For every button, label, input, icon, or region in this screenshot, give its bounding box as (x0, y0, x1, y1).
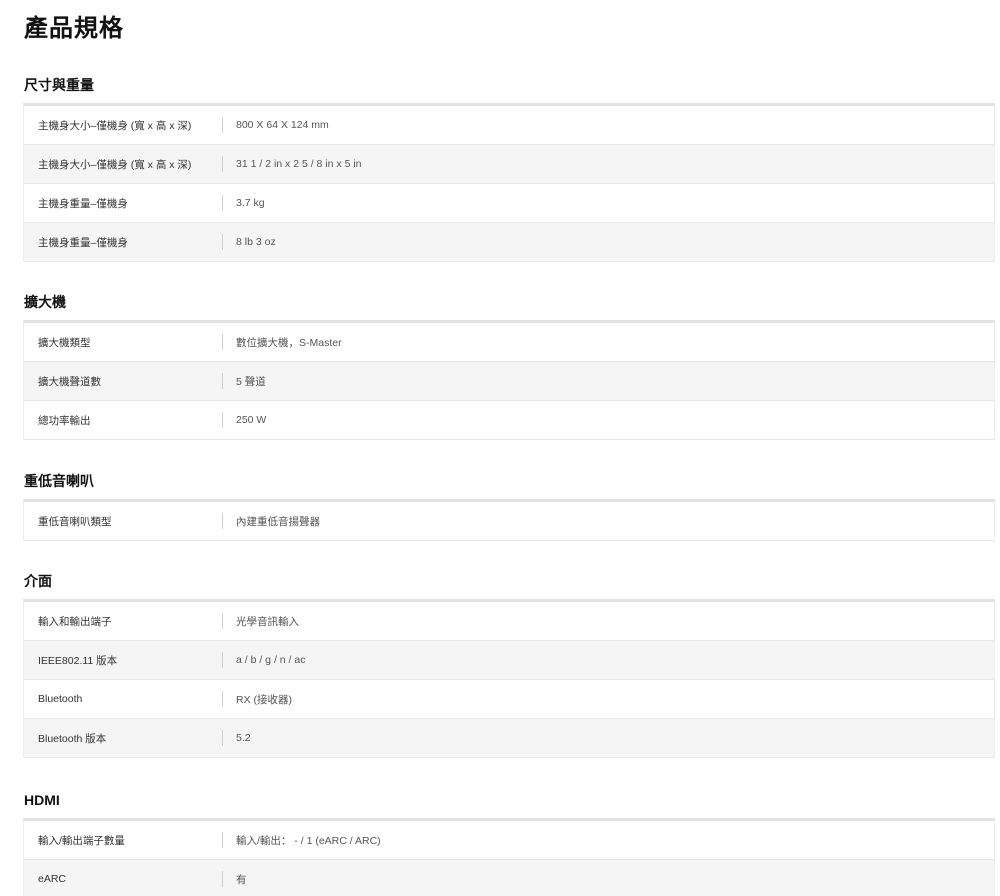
row-divider (222, 156, 223, 172)
spec-row: 輸入和輸出端子 光學音訊輸入 (24, 602, 994, 641)
row-divider (222, 613, 223, 629)
section-dimensions-weight: 尺寸與重量 主機身大小–僅機身 (寬 x 高 x 深) 800 X 64 X 1… (23, 75, 995, 262)
spec-table: 輸入和輸出端子 光學音訊輸入 IEEE802.11 版本 a / b / g /… (23, 599, 995, 758)
spec-value: 數位擴大機，S-Master (236, 336, 342, 349)
row-divider (222, 117, 223, 133)
spec-label: 重低音喇叭類型 (38, 515, 112, 528)
spec-value: RX (接收器) (236, 693, 292, 706)
spec-row: IEEE802.11 版本 a / b / g / n / ac (24, 641, 994, 680)
spec-label: 主機身大小–僅機身 (寬 x 高 x 深) (38, 119, 192, 132)
spec-label: IEEE802.11 版本 (38, 654, 118, 667)
spec-table: 重低音喇叭類型 內建重低音揚聲器 (23, 499, 995, 541)
spec-value: 5 聲道 (236, 375, 266, 388)
spec-value: 3.7 kg (236, 197, 265, 209)
row-divider (222, 871, 223, 887)
spec-label: 總功率輸出 (38, 414, 91, 427)
spec-row: Bluetooth RX (接收器) (24, 680, 994, 719)
row-divider (222, 334, 223, 350)
spec-label: 主機身重量–僅機身 (38, 236, 128, 249)
section-title: HDMI (24, 792, 60, 808)
spec-value: a / b / g / n / ac (236, 654, 306, 666)
spec-row: 重低音喇叭類型 內建重低音揚聲器 (24, 502, 994, 541)
spec-label: 擴大機聲道數 (38, 375, 101, 388)
spec-row: 擴大機類型 數位擴大機，S-Master (24, 323, 994, 362)
spec-label: 輸入/輸出端子數量 (38, 834, 125, 847)
section-title: 擴大機 (24, 294, 66, 310)
spec-label: Bluetooth (38, 693, 83, 705)
spec-row: 主機身大小–僅機身 (寬 x 高 x 深) 800 X 64 X 124 mm (24, 106, 994, 145)
spec-table: 擴大機類型 數位擴大機，S-Master 擴大機聲道數 5 聲道 總功率輸出 2… (23, 320, 995, 440)
spec-label: 輸入和輸出端子 (38, 615, 112, 628)
spec-row: 主機身重量–僅機身 3.7 kg (24, 184, 994, 223)
spec-label: 主機身大小–僅機身 (寬 x 高 x 深) (38, 158, 192, 171)
spec-value: 250 W (236, 414, 267, 426)
spec-value: 8 lb 3 oz (236, 236, 276, 248)
section-amplifier: 擴大機 擴大機類型 數位擴大機，S-Master 擴大機聲道數 5 聲道 總功率… (23, 292, 995, 440)
spec-value: 有 (236, 873, 247, 886)
spec-row: eARC 有 (24, 860, 994, 896)
spec-row: 總功率輸出 250 W (24, 401, 994, 440)
section-title: 尺寸與重量 (24, 77, 94, 93)
spec-value: 5.2 (236, 732, 251, 744)
spec-label: 主機身重量–僅機身 (38, 197, 128, 210)
spec-table: 輸入/輸出端子數量 輸入/輸出： - / 1 (eARC / ARC) eARC… (23, 818, 995, 896)
spec-label: 擴大機類型 (38, 336, 91, 349)
spec-table: 主機身大小–僅機身 (寬 x 高 x 深) 800 X 64 X 124 mm … (23, 103, 995, 262)
row-divider (222, 412, 223, 428)
spec-row: 輸入/輸出端子數量 輸入/輸出： - / 1 (eARC / ARC) (24, 821, 994, 860)
spec-value: 800 X 64 X 124 mm (236, 119, 329, 131)
spec-label: eARC (38, 873, 67, 885)
row-divider (222, 691, 223, 707)
row-divider (222, 730, 223, 746)
row-divider (222, 652, 223, 668)
page-title: 產品規格 (24, 15, 124, 42)
spec-value: 31 1 / 2 in x 2 5 / 8 in x 5 in (236, 158, 362, 170)
row-divider (222, 373, 223, 389)
spec-row: Bluetooth 版本 5.2 (24, 719, 994, 758)
section-title: 介面 (24, 573, 52, 589)
section-title: 重低音喇叭 (24, 473, 94, 489)
section-interface: 介面 輸入和輸出端子 光學音訊輸入 IEEE802.11 版本 a / b / … (23, 571, 995, 758)
spec-value: 內建重低音揚聲器 (236, 515, 320, 528)
row-divider (222, 195, 223, 211)
row-divider (222, 234, 223, 250)
row-divider (222, 832, 223, 848)
section-hdmi: HDMI 輸入/輸出端子數量 輸入/輸出： - / 1 (eARC / ARC)… (23, 790, 995, 896)
spec-row: 主機身大小–僅機身 (寬 x 高 x 深) 31 1 / 2 in x 2 5 … (24, 145, 994, 184)
spec-value: 光學音訊輸入 (236, 615, 299, 628)
row-divider (222, 513, 223, 529)
section-subwoofer: 重低音喇叭 重低音喇叭類型 內建重低音揚聲器 (23, 471, 995, 541)
spec-row: 擴大機聲道數 5 聲道 (24, 362, 994, 401)
spec-row: 主機身重量–僅機身 8 lb 3 oz (24, 223, 994, 262)
spec-value: 輸入/輸出： - / 1 (eARC / ARC) (236, 834, 381, 847)
spec-label: Bluetooth 版本 (38, 732, 107, 745)
